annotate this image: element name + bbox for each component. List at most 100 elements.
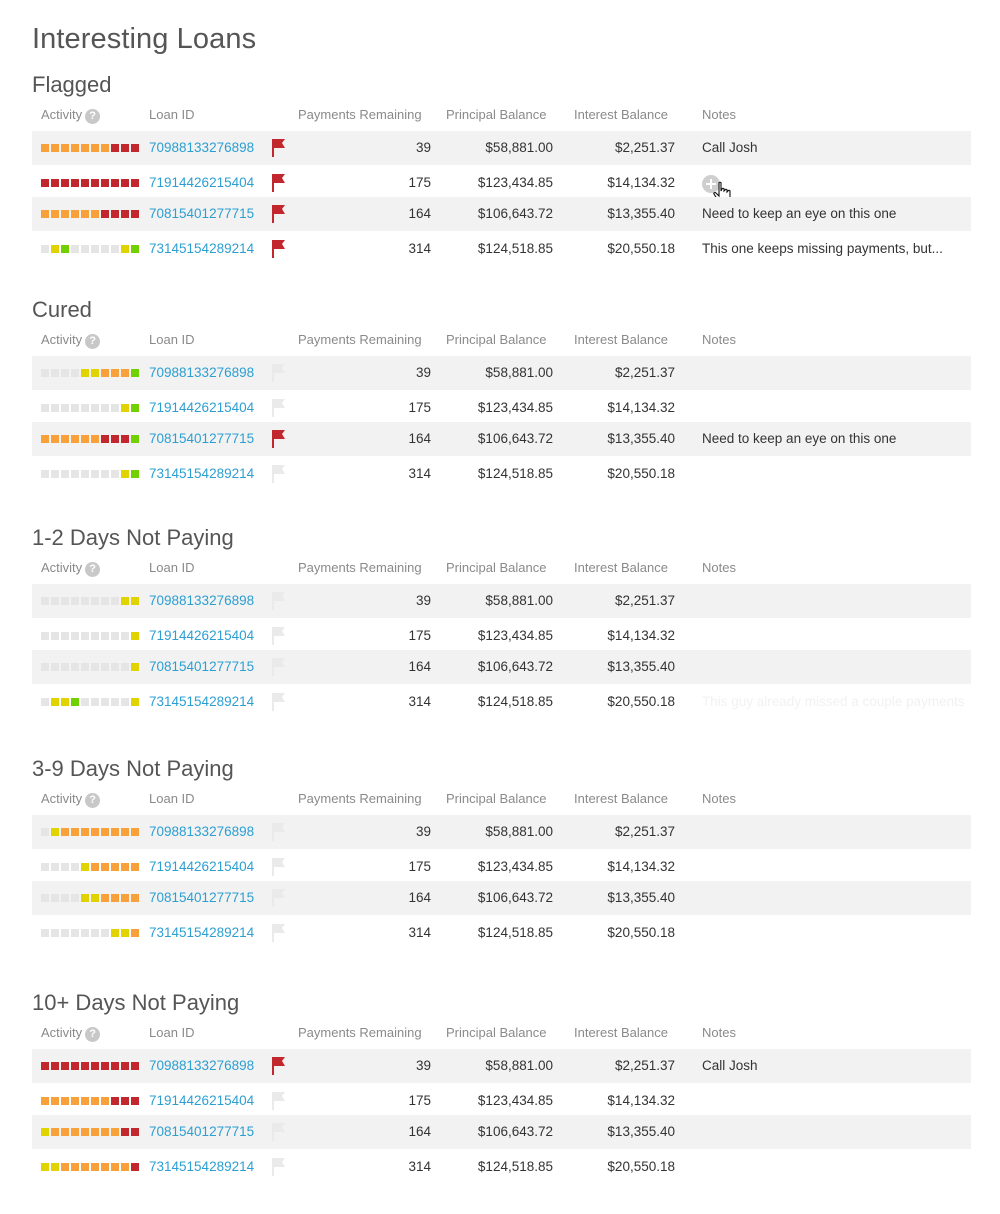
activity-square bbox=[41, 1163, 49, 1171]
activity-square bbox=[81, 698, 89, 706]
activity-square bbox=[71, 597, 79, 605]
note-text[interactable]: Call Josh bbox=[702, 1049, 758, 1083]
principal-balance: $58,881.00 bbox=[485, 824, 553, 839]
activity-square bbox=[51, 597, 59, 605]
column-header-notes: Notes bbox=[702, 560, 736, 575]
loan-id-link[interactable]: 70988133276898 bbox=[149, 815, 254, 849]
activity-square bbox=[91, 144, 99, 152]
activity-square bbox=[121, 1097, 129, 1105]
question-mark-icon[interactable]: ? bbox=[85, 334, 101, 349]
activity-square bbox=[51, 698, 59, 706]
table-header: Activity? Loan ID Payments Remaining Princi… bbox=[32, 560, 972, 580]
activity-square bbox=[41, 863, 49, 871]
activity-square bbox=[121, 435, 129, 443]
flag-icon[interactable] bbox=[271, 1156, 287, 1176]
column-header-label: Activity bbox=[41, 107, 83, 122]
flag-icon[interactable] bbox=[271, 362, 287, 382]
loan-id-link[interactable]: 73145154289214 bbox=[149, 685, 254, 719]
loan-id-link[interactable]: 73145154289214 bbox=[149, 916, 254, 950]
section-title: 10+ Days Not Paying bbox=[32, 990, 240, 1015]
activity-square bbox=[131, 597, 139, 605]
activity-square bbox=[71, 663, 79, 671]
flag-icon[interactable] bbox=[271, 590, 287, 610]
note-text[interactable]: This guy already missed a couple payment… bbox=[702, 685, 965, 719]
flag-icon[interactable] bbox=[271, 625, 287, 645]
note-text[interactable]: Call Josh bbox=[702, 131, 758, 165]
note-text[interactable]: This one keeps missing payments, but... bbox=[702, 232, 943, 266]
flag-icon-active[interactable] bbox=[271, 1055, 287, 1075]
activity-bar bbox=[41, 1128, 139, 1136]
flag-icon-active[interactable] bbox=[271, 428, 287, 448]
loan-id-link[interactable]: 71914426215404 bbox=[149, 166, 254, 200]
activity-bar bbox=[41, 929, 139, 937]
loan-id-link[interactable]: 71914426215404 bbox=[149, 1084, 254, 1118]
flag-icon[interactable] bbox=[271, 887, 287, 907]
question-mark-icon[interactable]: ? bbox=[85, 1027, 101, 1042]
column-header-principal-balance: Principal Balance bbox=[446, 332, 546, 347]
activity-square bbox=[101, 597, 109, 605]
activity-square bbox=[51, 245, 59, 253]
loan-id-link[interactable]: 70815401277715 bbox=[149, 197, 254, 231]
flag-icon[interactable] bbox=[271, 656, 287, 676]
loan-id-link[interactable]: 71914426215404 bbox=[149, 850, 254, 884]
principal-balance: $123,434.85 bbox=[477, 859, 553, 874]
flag-icon[interactable] bbox=[271, 463, 287, 483]
flag-icon[interactable] bbox=[271, 821, 287, 841]
table-row: 70988133276898 39 $58,881.00 $2,251.37 Call … bbox=[32, 131, 971, 165]
activity-square bbox=[121, 1163, 129, 1171]
loan-id-link[interactable]: 73145154289214 bbox=[149, 232, 254, 266]
loan-id-link[interactable]: 71914426215404 bbox=[149, 391, 254, 425]
activity-bar bbox=[41, 698, 139, 706]
note-text[interactable]: Need to keep an eye on this one bbox=[702, 197, 896, 231]
loan-id-link[interactable]: 70815401277715 bbox=[149, 422, 254, 456]
question-mark-icon[interactable]: ? bbox=[85, 109, 101, 124]
interest-balance: $13,355.40 bbox=[607, 431, 675, 446]
activity-square bbox=[111, 894, 119, 902]
activity-square bbox=[71, 828, 79, 836]
loan-id-link[interactable]: 70988133276898 bbox=[149, 356, 254, 390]
interest-balance: $2,251.37 bbox=[614, 140, 675, 155]
activity-bar bbox=[41, 1163, 139, 1171]
flag-icon[interactable] bbox=[271, 1090, 287, 1110]
activity-square bbox=[81, 597, 89, 605]
activity-square bbox=[91, 1097, 99, 1105]
principal-balance: $106,643.72 bbox=[477, 890, 553, 905]
loan-id-link[interactable]: 73145154289214 bbox=[149, 1150, 254, 1184]
flag-icon-active[interactable] bbox=[271, 172, 287, 192]
loan-id-link[interactable]: 70815401277715 bbox=[149, 881, 254, 915]
flag-icon-active[interactable] bbox=[271, 203, 287, 223]
column-header-loan-id: Loan ID bbox=[149, 791, 195, 806]
question-mark-icon[interactable]: ? bbox=[85, 562, 101, 577]
activity-square bbox=[61, 663, 69, 671]
loan-id-link[interactable]: 71914426215404 bbox=[149, 619, 254, 653]
loan-id-link[interactable]: 70815401277715 bbox=[149, 650, 254, 684]
flag-icon[interactable] bbox=[271, 397, 287, 417]
flag-icon[interactable] bbox=[271, 691, 287, 711]
question-mark-icon[interactable]: ? bbox=[85, 793, 101, 808]
activity-square bbox=[111, 929, 119, 937]
loan-id-link[interactable]: 70988133276898 bbox=[149, 131, 254, 165]
plus-circle-icon[interactable] bbox=[702, 175, 720, 193]
loan-id-link[interactable]: 70815401277715 bbox=[149, 1115, 254, 1149]
payments-remaining: 175 bbox=[408, 628, 431, 643]
activity-square bbox=[121, 698, 129, 706]
activity-square bbox=[61, 369, 69, 377]
activity-square bbox=[71, 144, 79, 152]
table-row: 71914426215404 175 $123,434.85 $14,134.32 bbox=[32, 1084, 971, 1118]
interest-balance: $13,355.40 bbox=[607, 1124, 675, 1139]
activity-square bbox=[51, 369, 59, 377]
flag-icon-active[interactable] bbox=[271, 238, 287, 258]
loan-id-link[interactable]: 70988133276898 bbox=[149, 584, 254, 618]
note-text[interactable]: Need to keep an eye on this one bbox=[702, 422, 896, 456]
flag-icon[interactable] bbox=[271, 1121, 287, 1141]
activity-square bbox=[101, 863, 109, 871]
loan-id-link[interactable]: 70988133276898 bbox=[149, 1049, 254, 1083]
loan-id-link[interactable]: 73145154289214 bbox=[149, 457, 254, 491]
flag-icon[interactable] bbox=[271, 922, 287, 942]
flag-icon[interactable] bbox=[271, 856, 287, 876]
activity-square bbox=[71, 929, 79, 937]
table-row: 73145154289214 314 $124,518.85 $20,550.18 Th… bbox=[32, 685, 971, 719]
interest-balance: $2,251.37 bbox=[614, 365, 675, 380]
column-header-principal-balance: Principal Balance bbox=[446, 560, 546, 575]
flag-icon-active[interactable] bbox=[271, 137, 287, 157]
